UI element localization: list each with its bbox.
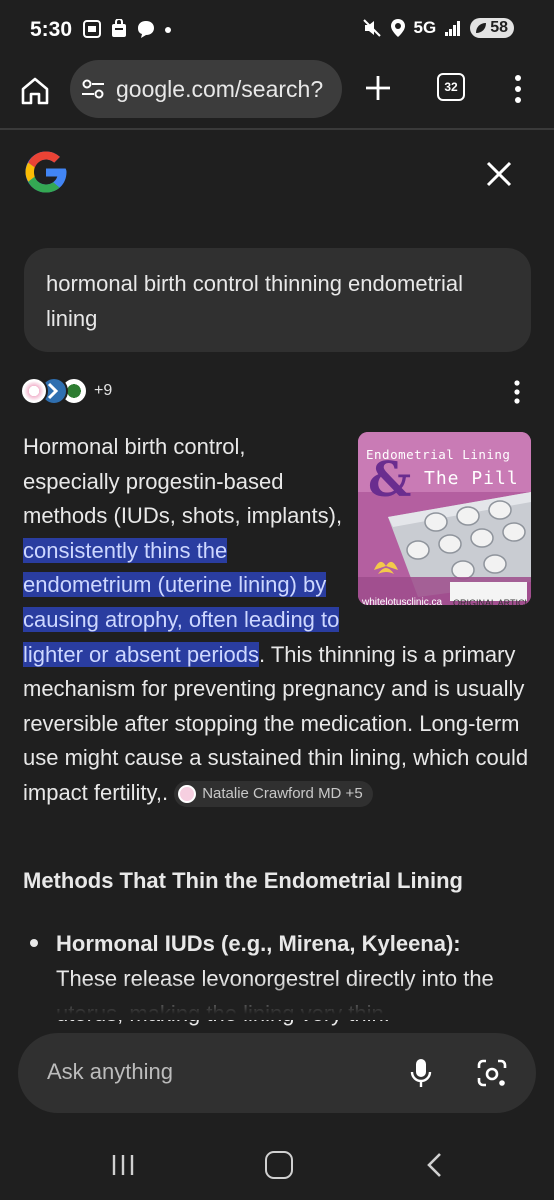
microphone-icon[interactable] [410,1058,432,1088]
citation-label: Natalie Crawford MD +5 [202,785,363,803]
thumbnail-ampersand: & [368,452,412,508]
citation-chip[interactable]: Natalie Crawford MD +5 [174,781,373,808]
battery-saver-icon [476,23,487,33]
bag-icon [112,19,126,37]
list-item-title: Hormonal IUDs (e.g., Mirena, Kyleena): [56,931,461,956]
citation-favicon [178,785,197,804]
address-bar[interactable]: google.com/search? [70,60,342,118]
ask-placeholder: Ask anything [47,1059,173,1084]
search-query: hormonal birth control thinning endometr… [24,248,531,352]
thumbnail-title-line2: The Pill [424,468,519,489]
article-thumbnail[interactable]: Endometrial Lining & The Pill whitelotus… [358,432,531,605]
screenshot-icon [83,20,101,38]
thumbnail-badge: ORIGINAL ARTICLE [453,598,531,605]
site-settings-icon[interactable] [80,76,106,102]
status-bar: 5:30 5G 58 [0,0,554,60]
source-favicons[interactable]: +9 [20,375,112,407]
source-count: +9 [94,382,113,399]
chat-icon [138,21,154,38]
location-icon [390,19,405,37]
source-favicon [20,377,48,405]
more-options-icon[interactable] [510,380,524,404]
close-icon[interactable] [486,161,512,187]
ask-input[interactable]: Ask anything [18,1033,536,1113]
battery-level: 58 [490,19,508,36]
signal-icon [445,21,461,36]
back-icon[interactable] [424,1152,444,1178]
answer-intro: Hormonal birth control, especially proge… [23,434,343,529]
recent-apps-icon[interactable] [110,1152,136,1178]
home-icon[interactable] [20,76,50,106]
new-tab-icon[interactable] [364,74,392,102]
system-nav-bar [0,1130,554,1200]
section-heading: Methods That Thin the Endometrial Lining [23,868,463,893]
thumbnail-site: whitelotusclinic.ca [362,597,443,605]
url-text: google.com/search? [116,75,324,102]
network-type: 5G [413,18,437,37]
google-logo [25,151,67,193]
mute-icon [362,19,381,37]
status-time: 5:30 [30,18,73,41]
overflow-menu-icon[interactable] [510,74,526,104]
bullet-dot [30,939,38,947]
content-fade [0,980,554,1020]
google-lens-icon[interactable] [476,1057,508,1089]
browser-toolbar: google.com/search? 32 [0,60,554,128]
tab-switcher-button[interactable]: 32 [437,73,465,101]
ai-answer: Endometrial Lining & The Pill whitelotus… [23,430,533,811]
notification-icons [82,19,172,39]
dot-icon [165,27,171,33]
ai-mode-content: hormonal birth control thinning endometr… [0,130,554,1130]
battery-indicator: 58 [470,18,514,38]
home-nav-button[interactable] [265,1151,293,1179]
system-status: 5G 58 [362,18,514,38]
